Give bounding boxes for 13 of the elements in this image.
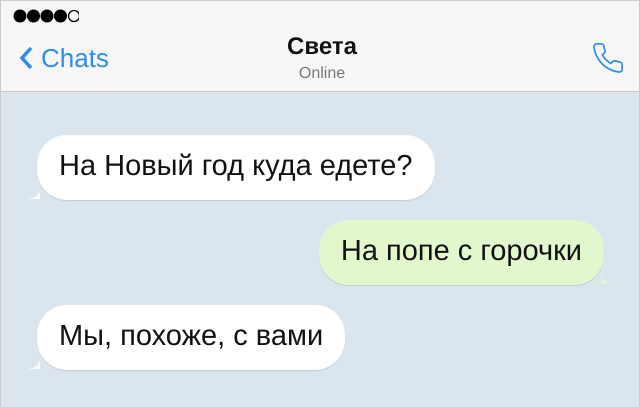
bubble-tail bbox=[28, 359, 40, 369]
message-bubble: На попе с горочки bbox=[318, 220, 604, 285]
back-link[interactable]: Chats bbox=[19, 42, 109, 74]
message-bubble: На Новый год куда едете? bbox=[37, 135, 435, 200]
phone-icon bbox=[591, 41, 625, 75]
message-bubble: Мы, похоже, с вами bbox=[37, 305, 346, 370]
contact-status: Online bbox=[298, 65, 346, 83]
phone-call-button[interactable] bbox=[591, 41, 625, 75]
signal-icon bbox=[13, 9, 79, 23]
back-chevron-icon bbox=[19, 46, 33, 70]
contact-name: Света bbox=[287, 33, 357, 61]
bubble-tail bbox=[28, 189, 40, 199]
bubble-tail bbox=[601, 274, 613, 284]
